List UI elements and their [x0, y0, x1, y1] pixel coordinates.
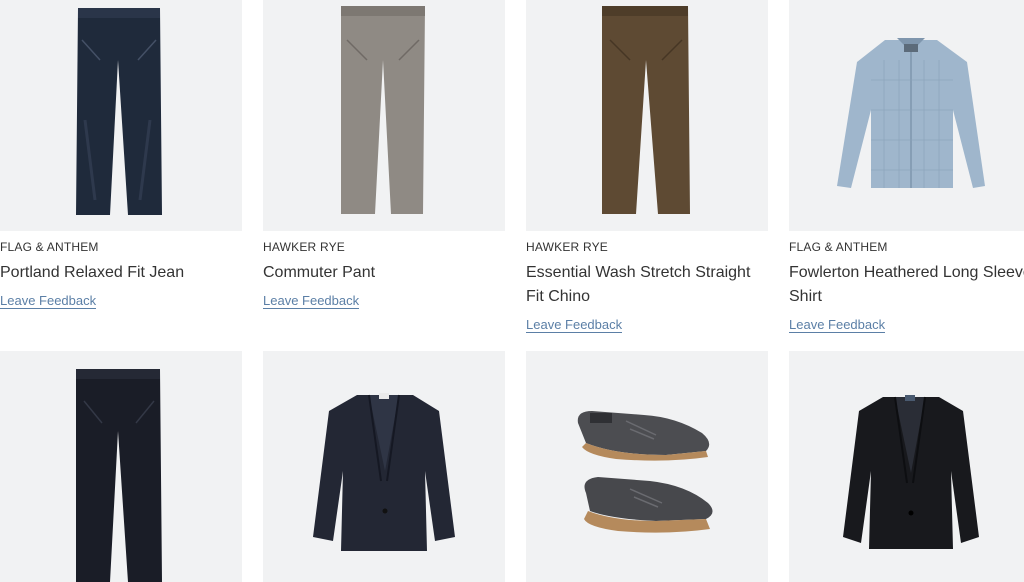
plaid-shirt-image [837, 38, 985, 188]
product-brand: FLAG & ANTHEM [789, 240, 888, 254]
product-card[interactable]: FLAG & ANTHEM Fowlerton Heathered Long S… [789, 0, 1024, 333]
product-title: Essential Wash Stretch Straight Fit Chin… [526, 264, 751, 305]
product-card[interactable]: HAWKER RYE Commuter Pant Leave Feedback [263, 0, 505, 309]
leave-feedback-link[interactable]: Leave Feedback [0, 293, 97, 309]
gray-oxford-shoes-image [577, 411, 713, 533]
navy-blazer-image [313, 393, 455, 551]
product-brand: FLAG & ANTHEM [0, 240, 99, 254]
product-image-box[interactable] [526, 351, 768, 582]
product-title: Commuter Pant [263, 264, 376, 281]
product-brand: HAWKER RYE [526, 240, 609, 254]
leave-feedback-link[interactable]: Leave Feedback [789, 317, 886, 333]
product-image-box[interactable] [0, 0, 242, 231]
product-card[interactable]: HAWKER RYE Essential Wash Stretch Straig… [526, 0, 768, 333]
product-title: Fowlerton Heathered Long Sleeve Shirt [789, 264, 1024, 305]
product-card[interactable] [263, 351, 505, 582]
gray-pant-image [341, 6, 425, 214]
product-image-box[interactable] [263, 351, 505, 582]
product-image-box[interactable] [789, 0, 1024, 231]
leave-feedback-link[interactable]: Leave Feedback [263, 293, 360, 309]
product-card[interactable] [526, 351, 768, 582]
leave-feedback-link[interactable]: Leave Feedback [526, 317, 623, 333]
dark-jeans-image [76, 8, 162, 215]
brown-chino-image [602, 6, 690, 214]
product-image-box[interactable] [263, 0, 505, 231]
product-image-box[interactable] [789, 351, 1024, 582]
product-card[interactable] [0, 351, 242, 582]
product-card[interactable]: FLAG & ANTHEM Portland Relaxed Fit Jean … [0, 0, 242, 309]
product-brand: HAWKER RYE [263, 240, 346, 254]
navy-trouser-image [76, 369, 162, 582]
product-image-box[interactable] [526, 0, 768, 231]
black-blazer-image [843, 395, 979, 549]
product-title: Portland Relaxed Fit Jean [0, 264, 185, 281]
product-card[interactable] [789, 351, 1024, 582]
product-image-box[interactable] [0, 351, 242, 582]
